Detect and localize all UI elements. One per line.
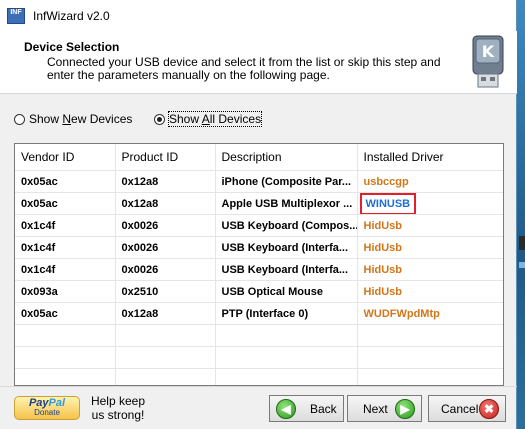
table-header-row: Vendor ID Product ID Description Install… <box>15 144 503 171</box>
empty-cell <box>215 346 358 369</box>
table-row[interactable]: 0x1c4f 0x0026 USB Keyboard (Compos... Hi… <box>15 214 503 237</box>
cell-description: iPhone (Composite Par... <box>215 170 358 193</box>
cell-product-id: 0x0026 <box>115 214 216 237</box>
column-header-product-id[interactable]: Product ID <box>115 144 216 171</box>
cell-vendor-id: 0x1c4f <box>15 236 116 259</box>
cell-product-id: 0x0026 <box>115 236 216 259</box>
page-description: Connected your USB device and select it … <box>47 55 441 82</box>
window-title: InfWizard v2.0 <box>33 8 110 23</box>
empty-cell <box>15 368 116 385</box>
cell-vendor-id: 0x05ac <box>15 170 116 193</box>
desktop-widget-dot <box>519 262 525 268</box>
empty-cell <box>357 324 503 347</box>
arrow-left-icon: ◀ <box>276 398 296 419</box>
cell-installed-driver-highlighted: WINUSB <box>357 192 503 215</box>
cell-installed-driver: WUDFWpdMtp <box>357 302 503 325</box>
paypal-donate-label: Donate <box>34 408 60 417</box>
arrow-right-icon: ▶ <box>395 398 415 419</box>
desktop-widget <box>519 236 525 250</box>
next-button-label: Next <box>363 401 388 416</box>
column-header-vendor-id[interactable]: Vendor ID <box>15 144 116 171</box>
empty-cell <box>357 368 503 385</box>
table-row[interactable]: 0x1c4f 0x0026 USB Keyboard (Interfa... H… <box>15 236 503 259</box>
cell-description: USB Keyboard (Compos... <box>215 214 358 237</box>
cell-vendor-id: 0x093a <box>15 280 116 303</box>
cancel-button-label: Cancel <box>441 401 479 416</box>
empty-cell <box>115 324 216 347</box>
device-filter-group: Show New Devices Show All Devices <box>14 109 263 129</box>
cell-product-id: 0x0026 <box>115 258 216 281</box>
empty-cell <box>215 324 358 347</box>
cell-product-id: 0x12a8 <box>115 302 216 325</box>
back-button[interactable]: ◀ Back <box>269 395 344 422</box>
cancel-button[interactable]: Cancel ✖ <box>428 395 506 422</box>
cell-vendor-id: 0x1c4f <box>15 214 116 237</box>
radio-circle-all[interactable] <box>154 113 165 125</box>
cell-installed-driver: HidUsb <box>357 258 503 281</box>
column-header-description[interactable]: Description <box>215 144 358 171</box>
cell-description: USB Keyboard (Interfa... <box>215 258 358 281</box>
page-title: Device Selection <box>24 40 120 54</box>
desktop-background <box>517 0 525 429</box>
cell-description: USB Optical Mouse <box>215 280 358 303</box>
empty-cell <box>115 368 216 385</box>
paypal-donate-button[interactable]: PayPal Donate <box>14 396 80 420</box>
table-row[interactable]: 0x1c4f 0x0026 USB Keyboard (Interfa... H… <box>15 258 503 281</box>
table-row[interactable]: 0x05ac 0x12a8 PTP (Interface 0) WUDFWpdM… <box>15 302 503 325</box>
empty-row <box>15 324 503 347</box>
empty-cell <box>15 346 116 369</box>
cell-vendor-id: 0x05ac <box>15 192 116 215</box>
empty-cell <box>15 324 116 347</box>
table-row[interactable]: 0x093a 0x2510 USB Optical Mouse HidUsb <box>15 280 503 303</box>
column-header-installed-driver[interactable]: Installed Driver <box>357 144 503 171</box>
empty-cell <box>357 346 503 369</box>
svg-text:K: K <box>482 42 495 61</box>
app-icon: INF <box>7 7 25 24</box>
highlighted-driver-text: WINUSB <box>359 192 417 214</box>
back-button-label: Back <box>310 401 337 416</box>
show-new-devices-radio[interactable]: Show New Devices <box>14 112 154 126</box>
cell-product-id: 0x12a8 <box>115 192 216 215</box>
empty-cell <box>215 368 358 385</box>
cell-description: USB Keyboard (Interfa... <box>215 236 358 259</box>
empty-row <box>15 346 503 369</box>
usb-drive-icon: K <box>472 35 504 88</box>
cell-product-id: 0x12a8 <box>115 170 216 193</box>
cell-vendor-id: 0x05ac <box>15 302 116 325</box>
cell-installed-driver: HidUsb <box>357 236 503 259</box>
close-icon: ✖ <box>479 398 499 419</box>
help-text: Help keep us strong! <box>90 394 146 422</box>
empty-cell <box>115 346 216 369</box>
radio-label-all: Show All Devices <box>167 111 263 127</box>
device-list[interactable]: Vendor ID Product ID Description Install… <box>14 143 504 386</box>
cell-installed-driver: HidUsb <box>357 280 503 303</box>
radio-label-new: Show New Devices <box>29 112 133 126</box>
wizard-header: Device Selection Connected your USB devi… <box>0 31 517 94</box>
empty-row <box>15 368 503 385</box>
table-row-highlighted[interactable]: 0x05ac 0x12a8 Apple USB Multiplexor ... … <box>15 192 503 215</box>
cell-description: PTP (Interface 0) <box>215 302 358 325</box>
cell-product-id: 0x2510 <box>115 280 216 303</box>
cell-vendor-id: 0x1c4f <box>15 258 116 281</box>
table-row[interactable]: 0x05ac 0x12a8 iPhone (Composite Par... u… <box>15 170 503 193</box>
show-all-devices-radio[interactable]: Show All Devices <box>154 111 263 127</box>
infwizard-window: INF InfWizard v2.0 Device Selection Conn… <box>0 0 517 429</box>
next-button[interactable]: Next ▶ <box>347 395 422 422</box>
footer-divider <box>0 386 517 387</box>
cell-description: Apple USB Multiplexor ... <box>215 192 358 215</box>
cell-installed-driver: usbccgp <box>357 170 503 193</box>
cell-installed-driver: HidUsb <box>357 214 503 237</box>
title-bar: INF InfWizard v2.0 <box>0 0 516 31</box>
radio-circle-new[interactable] <box>14 113 25 125</box>
